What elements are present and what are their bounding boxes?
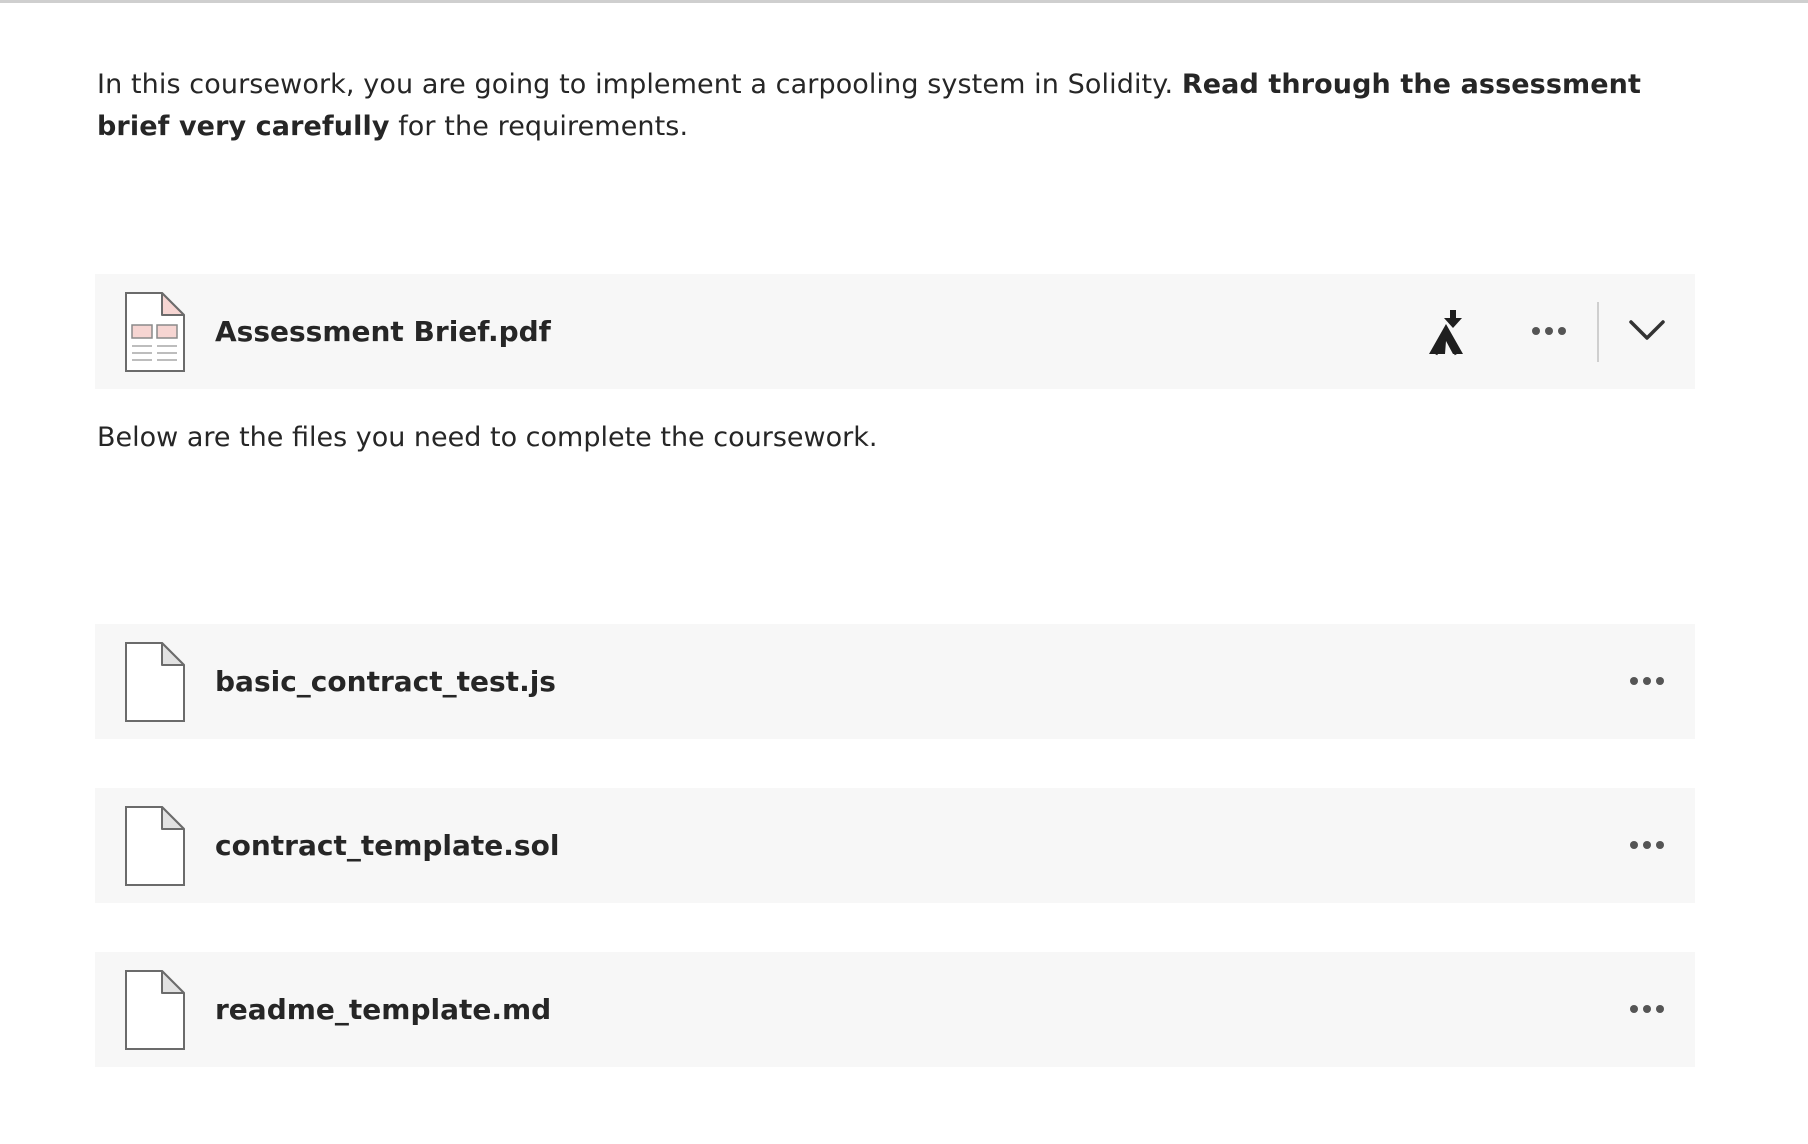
document-file-icon: [125, 806, 185, 886]
document-file-icon: [125, 642, 185, 722]
vertical-divider: [1597, 302, 1599, 362]
content-area: In this coursework, you are going to imp…: [0, 0, 1808, 1144]
more-options-icon[interactable]: [1627, 991, 1667, 1027]
file-row[interactable]: readme_template.md: [95, 952, 1695, 1067]
intro-text-before: In this coursework, you are going to imp…: [97, 69, 1182, 100]
more-options-icon[interactable]: [1627, 663, 1667, 699]
chevron-down-icon[interactable]: [1625, 308, 1669, 352]
pdf-file-icon: [125, 292, 185, 372]
intro-text-after: for the requirements.: [389, 111, 689, 142]
file-row[interactable]: contract_template.sol: [95, 788, 1695, 903]
more-options-icon[interactable]: [1529, 313, 1569, 349]
file-name[interactable]: basic_contract_test.js: [215, 624, 556, 739]
document-file-icon: [125, 970, 185, 1050]
alternative-formats-icon[interactable]: [1423, 310, 1469, 356]
more-options-icon[interactable]: [1627, 827, 1667, 863]
file-name-assessment-brief[interactable]: Assessment Brief.pdf: [215, 274, 551, 389]
file-row[interactable]: basic_contract_test.js: [95, 624, 1695, 739]
file-name[interactable]: contract_template.sol: [215, 788, 559, 903]
files-note: Below are the files you need to complete…: [97, 422, 878, 453]
intro-paragraph: In this coursework, you are going to imp…: [97, 64, 1697, 148]
file-row-assessment-brief[interactable]: Assessment Brief.pdf: [95, 274, 1695, 389]
file-name[interactable]: readme_template.md: [215, 952, 551, 1067]
